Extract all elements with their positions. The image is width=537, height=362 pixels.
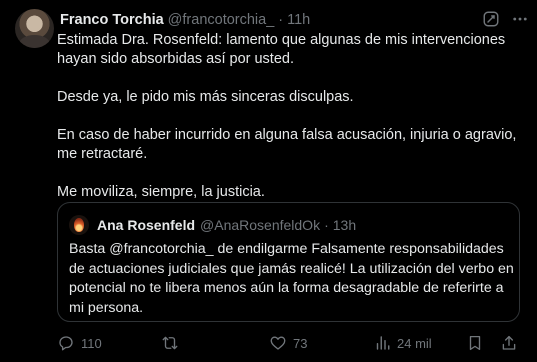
- avatar-shoulders: [19, 35, 50, 48]
- quoted-header-separator: ·: [324, 217, 329, 233]
- tweet-paragraph: En caso de haber incurrido en alguna fal…: [57, 127, 517, 162]
- views-count: 24 mil: [397, 335, 432, 351]
- reply-button[interactable]: 110: [57, 333, 102, 353]
- quoted-tweet[interactable]: Ana Rosenfeld @AnaRosenfeldOk · 13h Bast…: [57, 202, 520, 322]
- grok-icon[interactable]: [482, 10, 500, 28]
- heart-icon: [269, 334, 287, 352]
- author-name[interactable]: Franco Torchia: [60, 12, 164, 28]
- tweet-actions: 110 73 24 mil: [57, 333, 527, 353]
- tweet-time[interactable]: 11h: [287, 12, 310, 28]
- reply-icon: [57, 334, 75, 352]
- tweet-paragraph: Me moviliza, siempre, la justicia.: [57, 184, 265, 200]
- tweet[interactable]: Franco Torchia @francotorchia_ · 11h Est…: [0, 0, 537, 362]
- tweet-header: Franco Torchia @francotorchia_ · 11h: [60, 11, 310, 29]
- quoted-tweet-time[interactable]: 13h: [333, 217, 356, 233]
- tweet-paragraph: Desde ya, le pido mis más sinceras discu…: [57, 89, 354, 105]
- flame-icon: [74, 218, 84, 232]
- tweet-paragraph: Estimada Dra. Rosenfeld: lamento que alg…: [57, 32, 506, 67]
- quoted-tweet-text: Basta @francotorchia_ de endilgarme Fals…: [69, 241, 514, 316]
- views-button[interactable]: 24 mil: [373, 333, 432, 353]
- share-button[interactable]: [500, 333, 518, 353]
- bookmark-icon: [466, 334, 484, 352]
- header-separator: ·: [278, 12, 284, 28]
- author-handle[interactable]: @francotorchia_: [168, 12, 275, 28]
- like-count: 73: [293, 335, 308, 351]
- quoted-author-avatar[interactable]: [69, 215, 89, 235]
- share-icon: [500, 334, 518, 352]
- bookmark-button[interactable]: [466, 333, 484, 353]
- quoted-author-name[interactable]: Ana Rosenfeld: [97, 217, 195, 233]
- views-icon: [373, 334, 391, 352]
- retweet-button[interactable]: [161, 333, 185, 353]
- author-avatar[interactable]: [15, 9, 54, 48]
- reply-count: 110: [81, 335, 102, 351]
- more-icon[interactable]: [511, 10, 529, 28]
- quoted-author-handle[interactable]: @AnaRosenfeldOk: [200, 217, 320, 233]
- like-button[interactable]: 73: [269, 333, 307, 353]
- tweet-text: Estimada Dra. Rosenfeld: lamento que alg…: [57, 31, 527, 221]
- quoted-tweet-header: Ana Rosenfeld @AnaRosenfeldOk · 13h: [97, 217, 356, 233]
- retweet-icon: [161, 334, 179, 352]
